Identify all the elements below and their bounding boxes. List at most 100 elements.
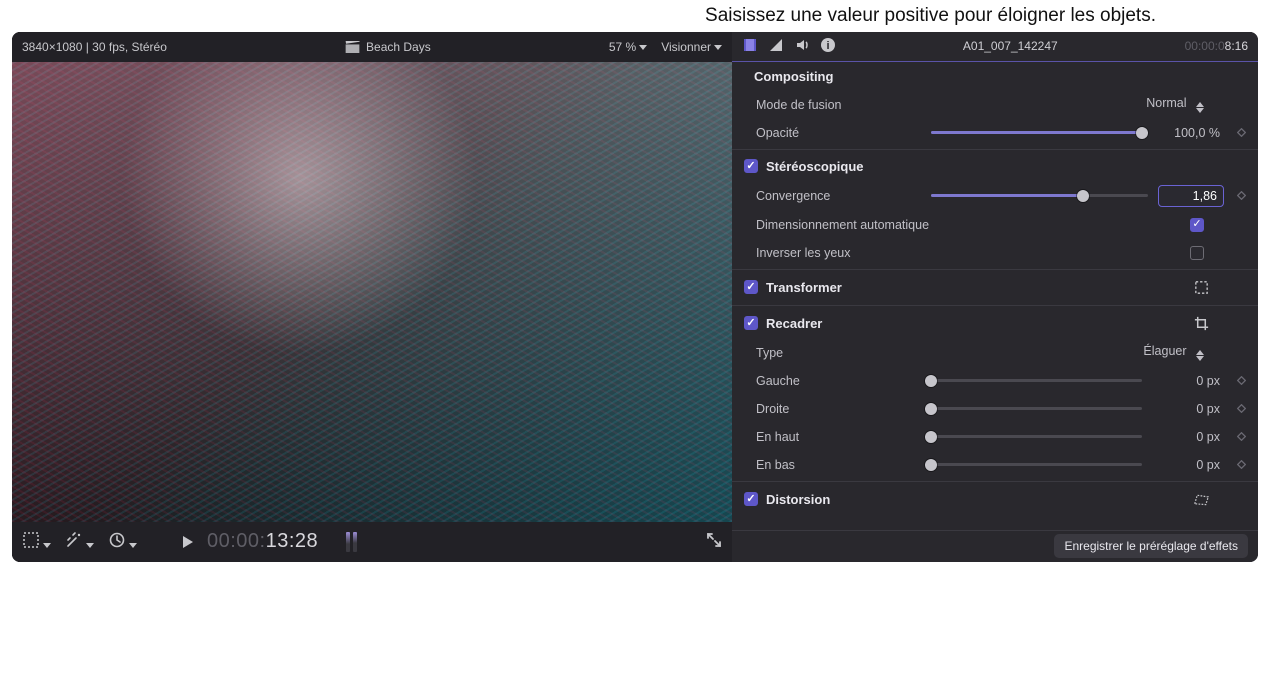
row-crop-bottom: En bas 0 px <box>732 451 1258 479</box>
zoom-value: 57 % <box>609 40 636 54</box>
play-button[interactable] <box>183 536 193 548</box>
auto-size-label: Dimensionnement automatique <box>756 218 1180 232</box>
distort-icon[interactable] <box>1193 491 1210 508</box>
inspector-header: i A01_007_142247 00:00:08:16 <box>732 32 1258 62</box>
section-crop[interactable]: Recadrer <box>732 308 1258 339</box>
chevron-down-icon <box>43 543 51 548</box>
row-crop-left: Gauche 0 px <box>732 367 1258 395</box>
app-window: 3840×1080 | 30 fps, Stéréo Beach Days 57… <box>12 32 1258 562</box>
retime-tool-menu[interactable] <box>108 531 137 552</box>
crop-icon[interactable] <box>1193 315 1210 332</box>
svg-text:i: i <box>826 40 829 52</box>
row-crop-type: Type Élaguer <box>732 339 1258 367</box>
tab-video[interactable] <box>742 37 758 56</box>
crop-left-keyframe[interactable] <box>1234 374 1248 388</box>
crop-checkbox[interactable] <box>744 316 758 330</box>
fullscreen-button[interactable] <box>706 532 722 551</box>
blend-mode-popup[interactable]: Normal <box>1146 96 1204 113</box>
viewer-pane: 3840×1080 | 30 fps, Stéréo Beach Days 57… <box>12 32 732 562</box>
format-info: 3840×1080 | 30 fps, Stéréo <box>22 40 167 54</box>
convergence-slider[interactable] <box>931 187 1148 205</box>
crop-right-label: Droite <box>756 402 921 416</box>
chevron-down-icon <box>86 543 94 548</box>
section-compositing[interactable]: Compositing <box>732 62 1258 91</box>
opacity-value[interactable]: 100,0 % <box>1152 126 1224 140</box>
crop-top-label: En haut <box>756 430 921 444</box>
clip-duration: 00:00:08:16 <box>1185 39 1248 53</box>
tab-audio[interactable] <box>794 37 810 56</box>
crop-left-value[interactable]: 0 px <box>1152 374 1224 388</box>
crop-right-slider[interactable] <box>931 400 1142 418</box>
viewer-top-bar: 3840×1080 | 30 fps, Stéréo Beach Days 57… <box>12 32 732 62</box>
section-distortion-label: Distorsion <box>766 492 830 507</box>
section-transform[interactable]: Transformer <box>732 272 1258 303</box>
transform-tool-menu[interactable] <box>22 531 51 552</box>
section-stereoscopic[interactable]: Stéréoscopique <box>732 152 1258 181</box>
project-name-label: Beach Days <box>366 40 431 54</box>
help-annotation: Saisissez une valeur positive pour éloig… <box>0 0 1266 32</box>
row-blend-mode: Mode de fusion Normal <box>732 91 1258 119</box>
invert-eyes-checkbox[interactable] <box>1190 246 1204 260</box>
crop-right-keyframe[interactable] <box>1234 402 1248 416</box>
row-crop-top: En haut 0 px <box>732 423 1258 451</box>
opacity-label: Opacité <box>756 126 921 140</box>
crop-top-keyframe[interactable] <box>1234 430 1248 444</box>
project-name[interactable]: Beach Days <box>345 40 431 54</box>
crop-type-label: Type <box>756 346 921 360</box>
crop-bottom-value[interactable]: 0 px <box>1152 458 1224 472</box>
crop-left-label: Gauche <box>756 374 921 388</box>
inspector-pane: i A01_007_142247 00:00:08:16 Compositing… <box>732 32 1258 562</box>
crop-bottom-keyframe[interactable] <box>1234 458 1248 472</box>
convergence-label: Convergence <box>756 189 921 203</box>
inspector-body: Compositing Mode de fusion Normal Opacit… <box>732 62 1258 530</box>
auto-size-checkbox[interactable] <box>1190 218 1204 232</box>
section-distortion[interactable]: Distorsion <box>732 484 1258 515</box>
row-crop-right: Droite 0 px <box>732 395 1258 423</box>
crop-left-slider[interactable] <box>931 372 1142 390</box>
view-menu[interactable]: Visionner <box>661 40 722 54</box>
blend-mode-value: Normal <box>1146 96 1186 110</box>
stereoscopic-checkbox[interactable] <box>744 159 758 173</box>
timecode-dim: 00:00: <box>207 530 266 552</box>
row-convergence: Convergence 1,86 <box>732 181 1258 211</box>
transform-checkbox[interactable] <box>744 280 758 294</box>
opacity-slider[interactable] <box>931 124 1142 142</box>
convergence-keyframe[interactable] <box>1234 189 1248 203</box>
crop-bottom-slider[interactable] <box>931 456 1142 474</box>
enhance-tool-menu[interactable] <box>65 531 94 552</box>
section-crop-label: Recadrer <box>766 316 822 331</box>
transform-icon[interactable] <box>1193 279 1210 296</box>
chevron-down-icon <box>714 45 722 50</box>
convergence-value[interactable]: 1,86 <box>1158 185 1224 207</box>
blend-mode-label: Mode de fusion <box>756 98 921 112</box>
tab-generator[interactable] <box>768 37 784 56</box>
timecode-display[interactable]: 00:00:13:28 <box>207 530 318 553</box>
timecode-lit: 13:28 <box>266 530 319 552</box>
viewer-canvas[interactable] <box>12 62 732 522</box>
row-auto-size: Dimensionnement automatique <box>732 211 1258 239</box>
clip-name: A01_007_142247 <box>846 39 1175 53</box>
chevron-down-icon <box>639 45 647 50</box>
save-effects-preset-button[interactable]: Enregistrer le préréglage d'effets <box>1054 534 1248 558</box>
clapperboard-icon <box>345 41 360 53</box>
crop-top-value[interactable]: 0 px <box>1152 430 1224 444</box>
section-stereoscopic-label: Stéréoscopique <box>766 159 864 174</box>
row-invert-eyes: Inverser les yeux <box>732 239 1258 267</box>
crop-top-slider[interactable] <box>931 428 1142 446</box>
invert-eyes-label: Inverser les yeux <box>756 246 1180 260</box>
anaglyph-preview <box>12 62 732 522</box>
crop-type-popup[interactable]: Élaguer <box>1143 344 1204 361</box>
opacity-keyframe[interactable] <box>1234 126 1248 140</box>
crop-right-value[interactable]: 0 px <box>1152 402 1224 416</box>
view-menu-label: Visionner <box>661 40 711 54</box>
section-compositing-label: Compositing <box>754 69 833 84</box>
row-opacity: Opacité 100,0 % <box>732 119 1258 147</box>
tab-info[interactable]: i <box>820 37 836 56</box>
zoom-menu[interactable]: 57 % <box>609 40 647 54</box>
crop-type-value: Élaguer <box>1143 344 1186 358</box>
chevron-down-icon <box>129 543 137 548</box>
audio-meter[interactable] <box>346 532 357 552</box>
distortion-checkbox[interactable] <box>744 492 758 506</box>
inspector-footer: Enregistrer le préréglage d'effets <box>732 530 1258 562</box>
viewer-bottom-bar: 00:00:13:28 <box>12 522 732 562</box>
